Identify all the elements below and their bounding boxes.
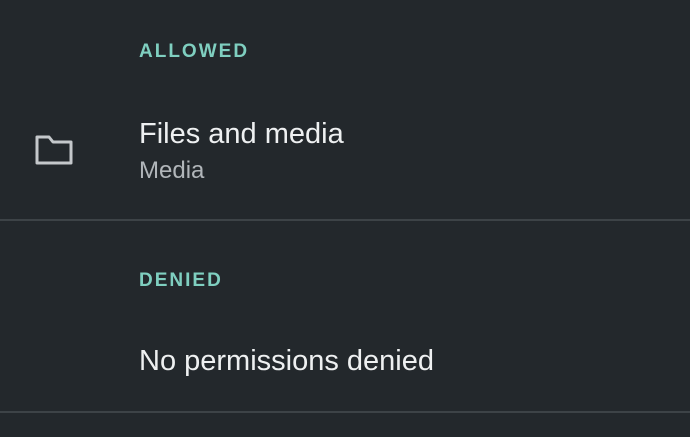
permission-item-files-and-media[interactable]: Files and media Media (0, 93, 690, 219)
section-divider (0, 219, 690, 221)
no-permissions-denied-text: No permissions denied (139, 345, 434, 377)
denied-section-header: DENIED (139, 270, 223, 291)
permission-subtitle: Media (139, 157, 205, 184)
allowed-section-header: ALLOWED (139, 41, 250, 62)
section-divider-bottom (0, 411, 690, 413)
folder-icon (35, 135, 73, 165)
app-permissions-screen: ALLOWED Files and media Media DENIED No … (0, 0, 690, 437)
permission-title: Files and media (139, 118, 344, 150)
